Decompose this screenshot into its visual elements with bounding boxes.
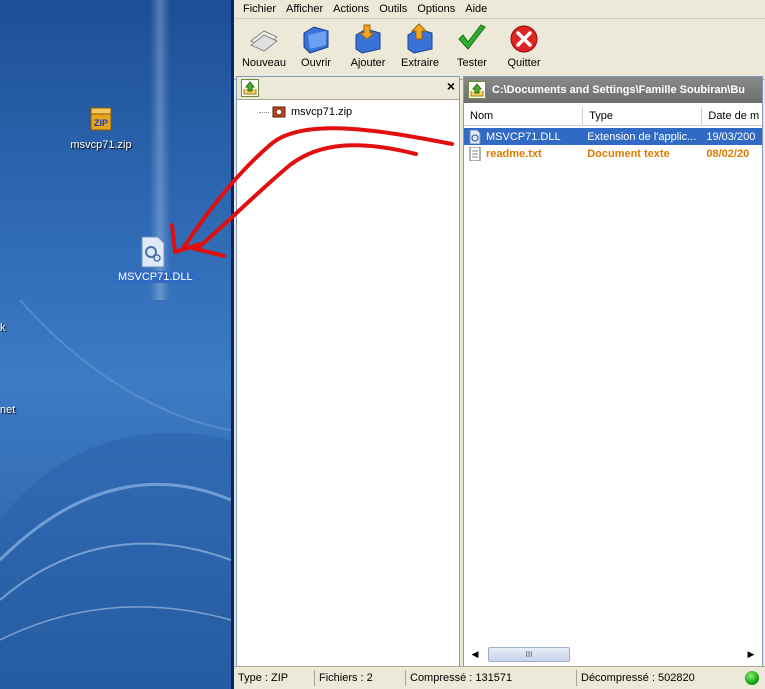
add-button[interactable]: Ajouter (342, 23, 394, 69)
file-row[interactable]: readme.txt Document texte 08/02/20 (464, 145, 762, 162)
tree-pane-header: × (237, 77, 459, 100)
status-type: Type : ZIP (234, 670, 315, 686)
dll-file-icon (141, 236, 165, 268)
open-button[interactable]: Ouvrir (290, 23, 342, 69)
file-name: MSVCP71.DLL (486, 130, 561, 143)
status-ok-icon (745, 671, 759, 685)
extract-button[interactable]: Extraire (394, 23, 446, 69)
partial-desktop-label: net (0, 404, 16, 416)
panes: × msvcp71.zip C:\Documents and Settings\… (234, 76, 765, 667)
column-header-type[interactable]: Type (583, 107, 703, 125)
extract-label: Extraire (401, 57, 439, 69)
status-files: Fichiers : 2 (315, 670, 406, 686)
column-header-name[interactable]: Nom (464, 107, 584, 125)
file-type: Document texte (587, 147, 670, 160)
up-folder-button[interactable] (468, 81, 486, 99)
tree-pane: × msvcp71.zip (236, 76, 460, 667)
status-bar: Type : ZIP Fichiers : 2 Compressé : 1315… (234, 666, 765, 689)
quit-label: Quitter (507, 57, 541, 69)
menu-options[interactable]: Options (412, 3, 460, 15)
open-folder-icon (303, 26, 329, 54)
open-label: Ouvrir (301, 57, 331, 69)
desktop: ZIP msvcp71.zip MSVCP71.DLL k net (0, 0, 231, 689)
desktop-icon-zip[interactable]: ZIP msvcp71.zip (66, 104, 136, 151)
new-button[interactable]: Nouveau (238, 23, 290, 69)
menu-aide[interactable]: Aide (460, 3, 492, 15)
menu-afficher[interactable]: Afficher (281, 3, 328, 15)
new-label: Nouveau (241, 57, 287, 69)
status-compressed: Compressé : 131571 (406, 670, 577, 686)
file-row[interactable]: MSVCP71.DLL Extension de l'applic... 19/… (464, 128, 762, 145)
new-archive-icon (250, 30, 278, 52)
desktop-icon-label: msvcp71.zip (70, 139, 132, 151)
menu-bar: Fichier Afficher Actions Outils Options … (234, 0, 765, 19)
dll-file-icon (469, 129, 481, 144)
desktop-icon-label: MSVCP71.DLL (116, 271, 195, 283)
file-date: 19/03/200 (706, 130, 756, 143)
zip-archive-icon (272, 106, 286, 118)
add-label: Ajouter (350, 57, 386, 69)
path-bar: C:\Documents and Settings\Famille Soubir… (464, 77, 762, 103)
archiver-window: Fichier Afficher Actions Outils Options … (231, 0, 765, 689)
menu-fichier[interactable]: Fichier (238, 3, 281, 15)
text-file-icon (469, 146, 481, 161)
extract-files-icon (407, 23, 433, 54)
test-label: Tester (457, 57, 487, 69)
tree-item-archive[interactable]: msvcp71.zip (259, 105, 352, 119)
quit-icon (510, 25, 538, 53)
menu-actions[interactable]: Actions (328, 3, 374, 15)
menu-outils[interactable]: Outils (374, 3, 412, 15)
file-type: Extension de l'applic... (587, 130, 697, 143)
scroll-right-arrow-icon[interactable]: ▶ (744, 649, 758, 660)
horizontal-scrollbar[interactable]: ◀ III ▶ (468, 646, 758, 662)
close-pane-button[interactable]: × (447, 78, 455, 94)
column-headers: Nom Type Date de m (464, 107, 762, 126)
file-name: readme.txt (486, 147, 542, 160)
toolbar: Nouveau Ouvrir Ajouter Extraire Tester Q… (234, 19, 765, 80)
scroll-left-arrow-icon[interactable]: ◀ (468, 649, 482, 660)
checkmark-icon (458, 24, 486, 50)
file-list-pane: C:\Documents and Settings\Famille Soubir… (463, 76, 763, 667)
add-files-icon (355, 24, 381, 54)
quit-button[interactable]: Quitter (498, 23, 550, 69)
test-button[interactable]: Tester (446, 23, 498, 69)
zip-archive-icon: ZIP (90, 107, 112, 131)
up-arrow-icon (470, 83, 484, 97)
up-folder-button[interactable] (241, 79, 259, 97)
up-arrow-icon (243, 81, 257, 95)
column-header-date[interactable]: Date de m (702, 107, 762, 125)
scroll-thumb[interactable]: III (488, 647, 570, 662)
status-decompressed: Décompressé : 502820 (581, 672, 695, 684)
file-date: 08/02/20 (706, 147, 750, 160)
svg-text:ZIP: ZIP (94, 118, 108, 128)
current-path: C:\Documents and Settings\Famille Soubir… (492, 84, 746, 96)
desktop-icon-dll[interactable]: MSVCP71.DLL (116, 236, 195, 283)
tree-item-label: msvcp71.zip (291, 106, 353, 118)
partial-desktop-label: k (0, 322, 6, 334)
